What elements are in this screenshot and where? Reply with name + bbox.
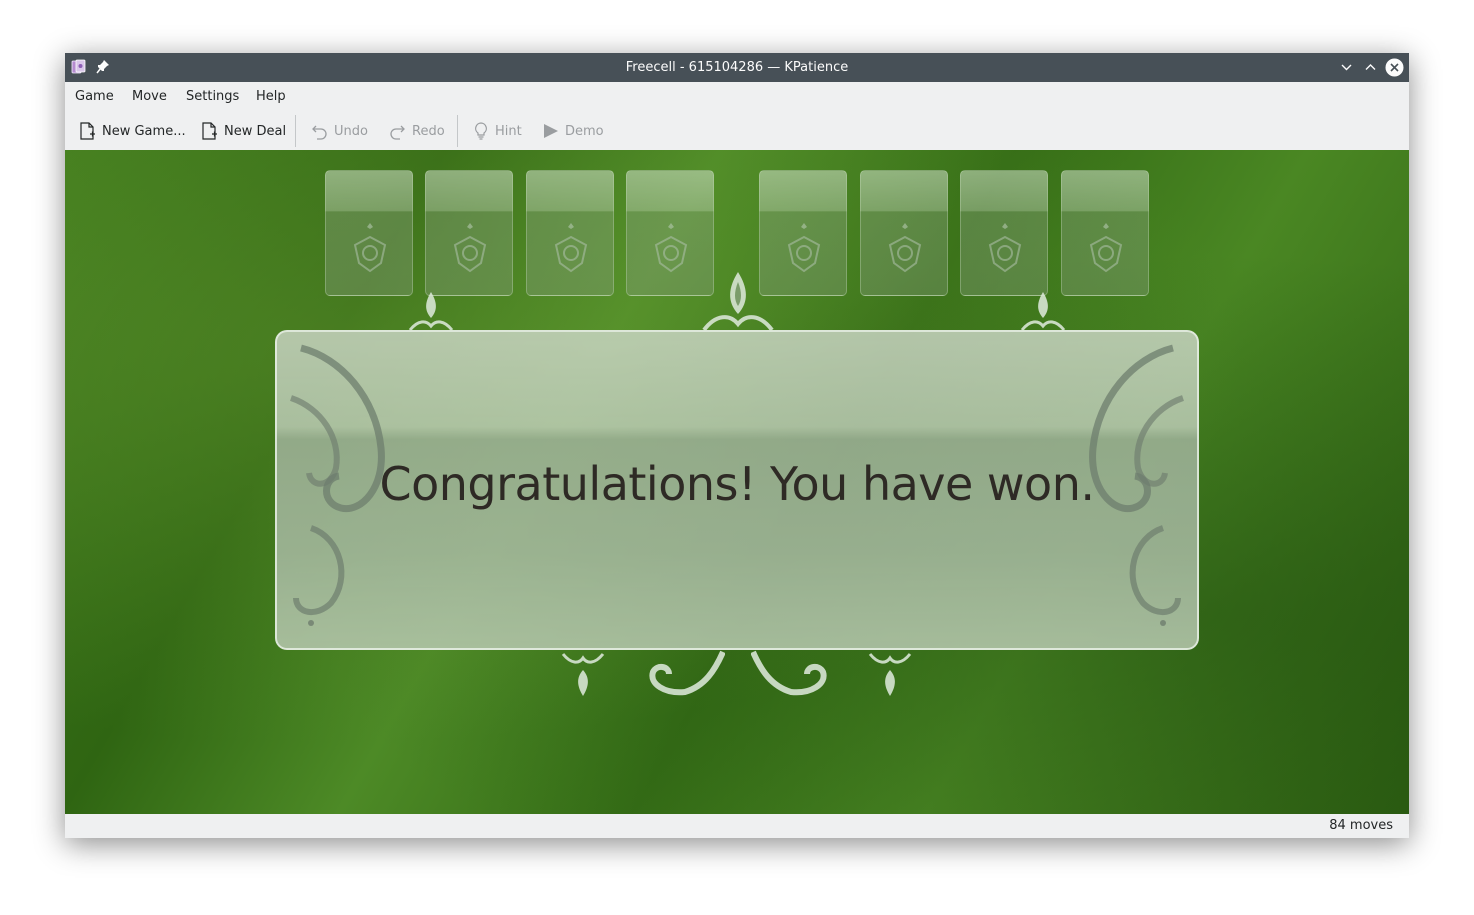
undo-button[interactable]: Undo: [311, 112, 368, 150]
empty-slot-ornament-icon: [988, 223, 1022, 273]
maximize-chevron-icon[interactable]: [1361, 58, 1380, 77]
demo-label: Demo: [565, 123, 604, 139]
empty-slot-ornament-icon: [554, 223, 588, 273]
flourish-ornament-icon: [702, 272, 774, 332]
redo-button[interactable]: Redo: [389, 112, 445, 150]
new-game-label: New Game...: [102, 123, 186, 139]
new-game-button[interactable]: New Game...: [79, 112, 186, 150]
menu-move[interactable]: Move: [132, 82, 167, 112]
new-document-icon: [202, 122, 217, 140]
new-deal-button[interactable]: New Deal: [201, 112, 286, 150]
minimize-chevron-icon[interactable]: [1337, 58, 1356, 77]
undo-label: Undo: [334, 123, 368, 139]
flourish-ornament-icon: [751, 650, 827, 696]
title-bar[interactable]: Freecell - 615104286 — KPatience: [65, 53, 1409, 82]
freecell-slot[interactable]: [325, 170, 413, 296]
empty-slot-ornament-icon: [453, 223, 487, 273]
demo-button[interactable]: Demo: [542, 112, 604, 150]
undo-icon: [312, 125, 327, 140]
new-deal-label: New Deal: [224, 123, 287, 139]
game-board[interactable]: Congratulations! You have won.: [65, 150, 1409, 814]
flourish-ornament-icon: [868, 653, 912, 696]
toolbar-separator: [295, 115, 296, 147]
flourish-ornament-icon: [1020, 292, 1066, 331]
empty-slot-ornament-icon: [888, 223, 922, 273]
close-icon[interactable]: [1385, 58, 1404, 77]
menu-help[interactable]: Help: [256, 82, 286, 112]
move-count: 84 moves: [1329, 818, 1393, 833]
win-message-text: Congratulations! You have won.: [379, 457, 1095, 511]
flourish-ornament-icon: [408, 292, 454, 331]
empty-slot-ornament-icon: [654, 223, 688, 273]
win-message-banner: Congratulations! You have won.: [275, 330, 1199, 650]
freecell-slot[interactable]: [526, 170, 614, 296]
menu-bar: Game Move Settings Help: [65, 82, 1409, 112]
empty-slot-ornament-icon: [787, 223, 821, 273]
redo-label: Redo: [412, 123, 445, 139]
app-window: Freecell - 615104286 — KPatience Game Mo…: [65, 53, 1409, 838]
lightbulb-icon: [475, 122, 487, 140]
status-bar: 84 moves: [65, 814, 1409, 838]
foundation-slot[interactable]: [960, 170, 1048, 296]
empty-slot-ornament-icon: [1089, 223, 1123, 273]
redo-icon: [390, 125, 405, 140]
window-title: Freecell - 615104286 — KPatience: [625, 60, 849, 75]
freecell-slot[interactable]: [425, 170, 513, 296]
toolbar: New Game... New Deal Undo Redo Hint Demo: [65, 112, 1409, 150]
foundation-slot[interactable]: [1061, 170, 1149, 296]
hint-label: Hint: [495, 123, 522, 139]
hint-button[interactable]: Hint: [473, 112, 522, 150]
play-icon: [544, 124, 558, 138]
foundation-slot[interactable]: [860, 170, 948, 296]
flourish-ornament-icon: [649, 650, 725, 696]
flourish-ornament-icon: [561, 653, 605, 696]
empty-slot-ornament-icon: [353, 223, 387, 273]
new-document-icon: [80, 122, 95, 140]
menu-settings[interactable]: Settings: [186, 82, 239, 112]
toolbar-separator: [457, 115, 458, 147]
freecell-slot[interactable]: [626, 170, 714, 296]
menu-game[interactable]: Game: [75, 82, 114, 112]
